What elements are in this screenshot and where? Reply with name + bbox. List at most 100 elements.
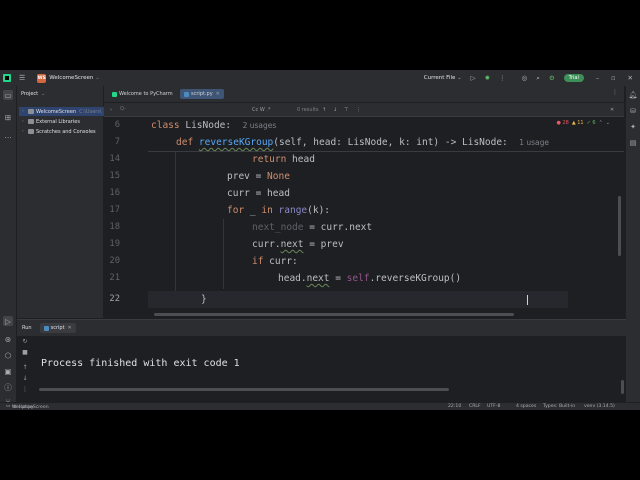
- more-tabs-icon[interactable]: ⋮: [612, 89, 618, 96]
- debug-icon[interactable]: ✹: [485, 74, 490, 82]
- breadcrumb[interactable]: ▭ WelcomeScreen › script.py: [6, 404, 49, 410]
- caret-position[interactable]: 22:10: [448, 404, 461, 409]
- more-options-icon[interactable]: ⋮: [20, 386, 30, 397]
- more-actions-icon[interactable]: ⋮: [499, 74, 506, 82]
- chevron-up-icon[interactable]: ⌃: [599, 120, 603, 126]
- settings-icon[interactable]: ⚙: [549, 74, 555, 82]
- file-encoding[interactable]: UTF-8: [487, 404, 500, 409]
- filter-icon[interactable]: ⊤: [344, 107, 348, 113]
- rerun-icon[interactable]: ↻: [20, 338, 30, 349]
- python-interpreter[interactable]: venv (3.14.5): [584, 404, 615, 409]
- tab-label: script.py: [191, 91, 213, 97]
- expand-replace-icon[interactable]: ›: [110, 107, 112, 113]
- scroll-down-icon[interactable]: ↓: [20, 375, 30, 386]
- python-file-icon: [43, 325, 49, 331]
- editor: Welcome to PyCharm script.py ✕ ⋮ › Cc W …: [104, 86, 624, 318]
- more-tools-icon[interactable]: ⋯: [3, 132, 13, 142]
- code-line-18: next_node = curr.next: [252, 222, 373, 233]
- tree-item-external-libraries[interactable]: › External Libraries: [22, 117, 80, 126]
- code-line-22: }: [201, 294, 207, 305]
- ai-assistant-icon[interactable]: ✦: [628, 122, 638, 132]
- run-panel: Run script ✕ ↻ ■ ↑ ↓ ⋮ Process finished …: [17, 319, 626, 403]
- run-tool-icon[interactable]: ▷: [3, 316, 13, 326]
- code-line-6: class LisNode: 2 usages: [151, 120, 277, 131]
- console-vertical-scrollbar[interactable]: [621, 380, 624, 394]
- terminal-icon[interactable]: ▣: [3, 366, 13, 376]
- code-line-20: if curr:: [252, 256, 298, 267]
- code-line-7: def reverseKGroup(self, head: LisNode, k…: [176, 137, 550, 148]
- prev-occurrence-icon[interactable]: ↑: [322, 107, 326, 113]
- project-badge[interactable]: WS: [37, 73, 47, 83]
- tab-welcome[interactable]: Welcome to PyCharm: [108, 89, 177, 99]
- pycharm-icon: [112, 91, 117, 97]
- tab-script[interactable]: script.py ✕: [180, 89, 224, 99]
- code-editor[interactable]: class LisNode: 2 usages def reverseKGrou…: [148, 117, 624, 318]
- editor-vertical-scrollbar[interactable]: [618, 196, 621, 256]
- console-horizontal-scrollbar[interactable]: [39, 388, 449, 391]
- coverage-icon[interactable]: ▤: [628, 138, 638, 148]
- line-number: 16: [109, 188, 120, 198]
- right-tool-strip: 🔔︎ ⛁ ✦ ▤: [625, 86, 640, 402]
- project-name[interactable]: WelcomeScreen: [49, 75, 93, 81]
- close-tab-icon[interactable]: ✕: [216, 91, 220, 97]
- run-config-selector[interactable]: Current File: [424, 75, 456, 81]
- problems-icon[interactable]: ⓘ: [3, 382, 13, 392]
- run-panel-title: Run: [22, 325, 32, 331]
- title-bar: ☰ WS WelcomeScreen ⌄ Current File ⌄ ▷ ✹ …: [0, 70, 640, 86]
- chevron-down-icon[interactable]: ⌄: [95, 75, 99, 81]
- types-setting[interactable]: Types: Built-in: [543, 404, 575, 409]
- main-menu-icon[interactable]: ☰: [19, 74, 25, 82]
- console-output[interactable]: Process finished with exit code 1: [41, 358, 240, 369]
- line-number: 19: [109, 239, 120, 249]
- code-line-21: head.next = self.reverseKGroup(): [278, 273, 462, 284]
- inspection-widget[interactable]: ● 28 ▲ 11 ✓ 6 ⌃ ⌄: [556, 120, 610, 126]
- tree-item-scratches[interactable]: › Scratches and Consoles: [22, 127, 96, 136]
- notifications-icon[interactable]: 🔔︎: [628, 90, 638, 100]
- code-line-16: curr = head: [227, 188, 290, 199]
- tree-item-label: External Libraries: [36, 118, 80, 125]
- sticky-lines[interactable]: class LisNode: 2 usages def reverseKGrou…: [148, 117, 624, 152]
- python-packages-icon[interactable]: ⊛: [3, 334, 13, 344]
- more-options-icon[interactable]: ⋮: [356, 107, 361, 113]
- services-icon[interactable]: ⬡: [3, 350, 13, 360]
- close-icon[interactable]: ✕: [628, 74, 633, 82]
- stop-icon[interactable]: ■: [20, 349, 30, 360]
- errors-count: ● 28: [556, 120, 569, 126]
- trial-badge[interactable]: Trial: [563, 74, 584, 82]
- tree-item-project[interactable]: › WelcomeScreen C:\Users\: [19, 107, 104, 116]
- left-tool-strip: ▭ ⊞ ⋯ ▷ ⊛ ⬡ ▣ ⓘ ⑂: [0, 86, 17, 406]
- line-number: 21: [109, 273, 120, 283]
- run-panel-header: Run script ✕: [17, 320, 626, 336]
- line-number: 22: [109, 294, 120, 304]
- find-bar: › Cc W .* 0 results ↑ ↓ ⊤ ⋮ ✕: [104, 103, 624, 117]
- maximize-icon[interactable]: ▫: [611, 74, 615, 82]
- run-tab-script[interactable]: script ✕: [39, 323, 76, 333]
- chevron-down-icon[interactable]: ⌄: [606, 120, 610, 126]
- scroll-up-icon[interactable]: ↑: [20, 364, 30, 375]
- copilot-icon[interactable]: ◎: [522, 74, 528, 82]
- indent-setting[interactable]: 4 spaces: [516, 404, 536, 409]
- search-icon[interactable]: ⌕: [536, 74, 540, 83]
- minimize-icon[interactable]: –: [596, 74, 599, 82]
- usages-hint[interactable]: 1 usage: [519, 138, 549, 147]
- search-options[interactable]: Cc W .*: [252, 107, 270, 113]
- project-tool-icon[interactable]: ▭: [3, 90, 13, 100]
- line-number: 14: [109, 154, 120, 164]
- project-panel-header[interactable]: Project ⌄: [17, 86, 103, 102]
- next-occurrence-icon[interactable]: ↓: [333, 107, 337, 113]
- current-line-highlight: [148, 291, 568, 308]
- editor-tab-bar: Welcome to PyCharm script.py ✕ ⋮: [104, 86, 624, 103]
- usages-hint[interactable]: 2 usages: [243, 121, 277, 130]
- pycharm-logo-icon: [3, 74, 11, 82]
- database-icon[interactable]: ⛁: [628, 106, 638, 116]
- status-bar: ▭ WelcomeScreen › script.py 22:10 CRLF U…: [0, 402, 640, 410]
- line-separator[interactable]: CRLF: [469, 404, 481, 409]
- close-find-icon[interactable]: ✕: [610, 107, 614, 113]
- structure-tool-icon[interactable]: ⊞: [3, 112, 13, 122]
- chevron-down-icon[interactable]: ⌄: [41, 91, 45, 97]
- close-tab-icon[interactable]: ✕: [68, 325, 72, 331]
- editor-horizontal-scrollbar[interactable]: [154, 313, 514, 316]
- find-input[interactable]: [120, 105, 240, 113]
- chevron-down-icon[interactable]: ⌄: [457, 75, 461, 81]
- run-icon[interactable]: ▷: [471, 74, 476, 82]
